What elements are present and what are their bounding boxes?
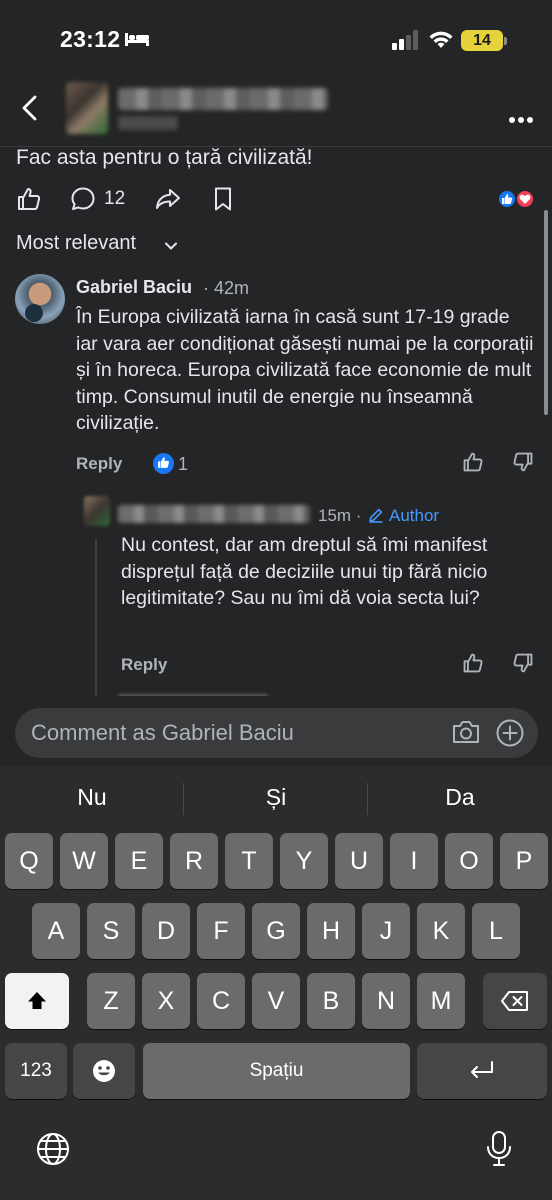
shift-key[interactable] <box>5 973 69 1029</box>
key-j[interactable]: J <box>362 903 410 959</box>
pencil-icon <box>368 507 384 528</box>
emoji-icon <box>93 1060 115 1082</box>
bed-icon <box>124 31 150 52</box>
key-p[interactable]: P <box>500 833 548 889</box>
microphone-icon[interactable] <box>484 1130 514 1173</box>
more-options-icon[interactable] <box>508 100 534 131</box>
reply-button[interactable]: Reply <box>121 655 167 675</box>
key-q[interactable]: Q <box>5 833 53 889</box>
comment-time: · 42m <box>203 278 250 298</box>
comment-icon[interactable] <box>70 186 96 217</box>
key-o[interactable]: O <box>445 833 493 889</box>
reply-text: Nu contest, dar am dreptul să îmi manife… <box>121 534 488 609</box>
chevron-down-icon[interactable] <box>164 238 178 256</box>
share-icon[interactable] <box>154 186 182 217</box>
key-z[interactable]: Z <box>87 973 135 1029</box>
suggestion-da[interactable]: Da <box>368 784 552 811</box>
key-e[interactable]: E <box>115 833 163 889</box>
key-s[interactable]: S <box>87 903 135 959</box>
backspace-icon <box>501 991 528 1011</box>
comment-count: 12 <box>104 188 126 209</box>
author-badge: Author <box>389 506 440 525</box>
like-reaction-icon[interactable] <box>153 453 174 474</box>
key-t[interactable]: T <box>225 833 273 889</box>
like-icon[interactable] <box>16 186 42 217</box>
key-h[interactable]: H <box>307 903 355 959</box>
love-reaction-icon[interactable] <box>515 189 535 209</box>
back-chevron-icon[interactable] <box>20 94 40 127</box>
add-attachment-icon[interactable] <box>495 718 525 753</box>
key-l[interactable]: L <box>472 903 520 959</box>
key-d[interactable]: D <box>142 903 190 959</box>
reaction-count[interactable]: 1 <box>178 454 188 475</box>
key-w[interactable]: W <box>60 833 108 889</box>
key-a[interactable]: A <box>32 903 80 959</box>
reply-author-name-blurred[interactable] <box>118 505 310 523</box>
emoji-key[interactable] <box>73 1043 135 1099</box>
key-n[interactable]: N <box>362 973 410 1029</box>
suggestion-si[interactable]: Și <box>184 784 368 811</box>
status-time: 23:12 <box>60 26 121 52</box>
thread-line <box>95 540 97 700</box>
reply-author-avatar-blurred[interactable] <box>84 496 110 526</box>
battery-tip <box>504 37 507 45</box>
numbers-key[interactable]: 123 <box>5 1043 67 1099</box>
key-r[interactable]: R <box>170 833 218 889</box>
reply-button[interactable]: Reply <box>76 454 122 474</box>
shift-icon <box>28 992 46 1009</box>
comment-input-placeholder[interactable]: Comment as Gabriel Baciu <box>31 720 294 746</box>
thumbs-down-icon[interactable] <box>512 652 534 679</box>
key-f[interactable]: F <box>197 903 245 959</box>
reply-time: 15m · <box>318 506 362 525</box>
globe-icon[interactable] <box>36 1132 70 1171</box>
signal-icon <box>392 30 420 50</box>
key-m[interactable]: M <box>417 973 465 1029</box>
comment-text: În Europa civilizată iarna în casă sunt … <box>76 306 534 434</box>
commenter-name[interactable]: Gabriel Baciu <box>76 277 192 298</box>
backspace-key[interactable] <box>483 973 547 1029</box>
thumbs-up-icon[interactable] <box>462 652 484 679</box>
thumbs-up-icon[interactable] <box>462 451 484 478</box>
suggestion-nu[interactable]: Nu <box>0 784 184 811</box>
return-key[interactable] <box>417 1043 547 1099</box>
author-subtitle-blurred <box>118 116 178 130</box>
key-k[interactable]: K <box>417 903 465 959</box>
key-u[interactable]: U <box>335 833 383 889</box>
battery-icon: 14 <box>461 30 503 51</box>
key-i[interactable]: I <box>390 833 438 889</box>
thumbs-down-icon[interactable] <box>512 451 534 478</box>
key-y[interactable]: Y <box>280 833 328 889</box>
camera-icon[interactable] <box>451 718 481 751</box>
sort-dropdown[interactable]: Most relevant <box>16 232 136 255</box>
key-c[interactable]: C <box>197 973 245 1029</box>
key-g[interactable]: G <box>252 903 300 959</box>
key-v[interactable]: V <box>252 973 300 1029</box>
author-avatar-blurred[interactable] <box>66 82 108 134</box>
return-icon <box>471 1061 493 1078</box>
author-name-blurred[interactable] <box>118 88 328 110</box>
wifi-icon <box>428 28 454 55</box>
bookmark-icon[interactable] <box>212 186 234 217</box>
commenter-avatar[interactable] <box>15 274 65 324</box>
key-b[interactable]: B <box>307 973 355 1029</box>
key-x[interactable]: X <box>142 973 190 1029</box>
post-text: Fac asta pentru o țară civilizată! <box>16 146 313 169</box>
like-reaction-icon[interactable] <box>497 189 517 209</box>
space-key[interactable]: Spațiu <box>143 1043 410 1099</box>
scrollbar[interactable] <box>544 210 548 415</box>
